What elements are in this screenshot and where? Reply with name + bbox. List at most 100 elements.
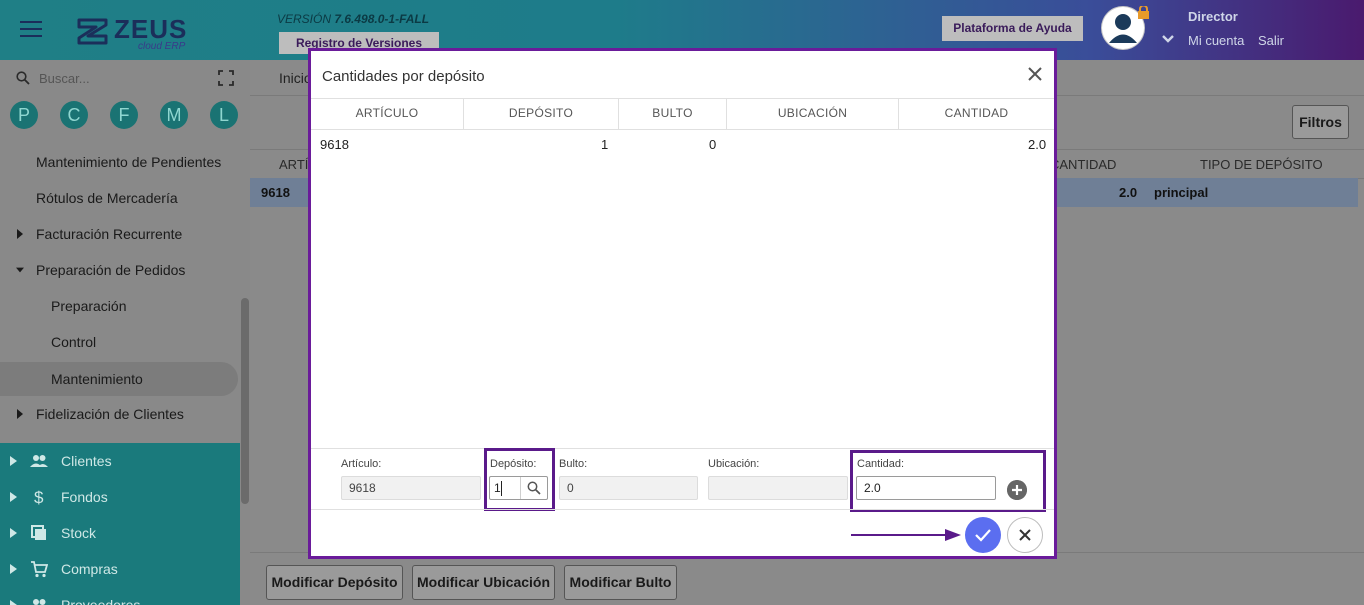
logo-subtitle: cloud ERP	[138, 41, 186, 52]
divider	[311, 129, 1054, 130]
module-suppliers[interactable]: Proveedores	[0, 587, 240, 605]
column-header-article[interactable]: ARTÍCULO	[311, 98, 463, 129]
deposit-field-label: Depósito:	[490, 458, 537, 470]
shortcut-c[interactable]: C	[60, 101, 88, 129]
chevron-down-icon[interactable]	[1161, 34, 1175, 44]
sidebar-item-label: Mantenimiento	[51, 371, 143, 387]
dollar-icon: $	[34, 488, 44, 506]
divider	[311, 509, 1054, 510]
article-field-label: Artículo:	[341, 458, 382, 470]
deposit-quantities-dialog: Cantidades por depósito ARTÍCULO DEPÓSIT…	[308, 48, 1057, 559]
shortcut-circles: P C F M L	[10, 101, 240, 131]
caret-right-icon	[10, 564, 17, 574]
caret-right-icon	[10, 456, 17, 466]
sidebar-item-control[interactable]: Control	[0, 325, 238, 359]
arrow-right-icon	[851, 529, 961, 541]
sidebar-item-preparation[interactable]: Preparación	[0, 289, 238, 323]
version-prefix: VERSIÓN	[277, 12, 332, 26]
module-purchases[interactable]: Compras	[0, 551, 240, 587]
cell-deposit: 1	[601, 137, 609, 152]
modify-location-button[interactable]: Modificar Ubicación	[412, 565, 555, 600]
module-stock[interactable]: Stock	[0, 515, 240, 551]
caret-right-icon	[17, 409, 23, 419]
sidebar-item-labels[interactable]: Rótulos de Mercadería	[0, 181, 238, 215]
text-cursor	[501, 481, 502, 496]
column-header[interactable]: CANTIDAD	[1050, 157, 1116, 172]
shortcut-p[interactable]: P	[10, 101, 38, 129]
sidebar-item-recurring-billing[interactable]: Facturación Recurrente	[0, 217, 238, 251]
sidebar-item-label: Mantenimiento de Pendientes	[36, 154, 222, 170]
version-label: VERSIÓN 7.6.498.0-1-FALL	[277, 12, 429, 26]
deposit-field[interactable]: 1	[489, 476, 548, 500]
add-circle-icon[interactable]	[1007, 480, 1027, 500]
module-label: Compras	[61, 561, 118, 577]
deposit-field-value: 1	[494, 481, 501, 495]
location-field-label: Ubicación:	[708, 458, 760, 470]
column-header-package[interactable]: BULTO	[619, 98, 726, 129]
cell-package: 0	[709, 137, 717, 152]
column-header-location[interactable]: UBICACIÓN	[727, 98, 898, 129]
column-header[interactable]: ARTÍ	[279, 157, 308, 172]
sidebar-search[interactable]: Buscar...	[14, 69, 234, 89]
column-header-quantity[interactable]: CANTIDAD	[899, 98, 1054, 129]
caret-right-icon	[17, 229, 23, 239]
shortcut-f[interactable]: F	[110, 101, 138, 129]
cancel-button[interactable]	[1007, 517, 1043, 553]
module-list: Clientes $ Fondos Stock Compras Proveedo…	[0, 443, 240, 605]
user-role: Director	[1188, 9, 1238, 24]
package-field-label: Bulto:	[559, 458, 588, 470]
package-field[interactable]: 0	[559, 476, 698, 500]
cell-article: 9618	[320, 137, 349, 152]
cell-deposit-type: principal	[1154, 185, 1209, 200]
article-field[interactable]: 9618	[341, 476, 481, 500]
my-account-link[interactable]: Mi cuenta	[1188, 33, 1244, 48]
sidebar-item-order-preparation[interactable]: Preparación de Pedidos	[0, 253, 238, 287]
module-label: Stock	[61, 525, 97, 541]
cart-icon	[31, 561, 48, 578]
hamburger-menu-icon[interactable]	[20, 21, 42, 39]
sidebar-scrollbar[interactable]	[241, 298, 249, 504]
module-label: Clientes	[61, 453, 112, 469]
sidebar-item-label: Preparación de Pedidos	[36, 262, 186, 278]
tab-home[interactable]: Inicio	[279, 70, 312, 86]
svg-text:$: $	[34, 488, 44, 506]
close-icon[interactable]	[1026, 65, 1044, 83]
filters-button[interactable]: Filtros	[1292, 105, 1349, 139]
shortcut-l[interactable]: L	[210, 101, 238, 129]
quantity-field[interactable]: 2.0	[856, 476, 996, 500]
confirm-button[interactable]	[965, 517, 1001, 553]
fullscreen-icon[interactable]	[218, 70, 234, 86]
help-platform-button[interactable]: Plataforma de Ayuda	[942, 16, 1083, 41]
close-icon	[1019, 529, 1031, 541]
stack-icon	[31, 525, 46, 540]
modify-package-button[interactable]: Modificar Bulto	[564, 565, 677, 600]
sidebar-item-customer-loyalty[interactable]: Fidelización de Clientes	[0, 397, 238, 431]
search-icon	[16, 71, 30, 85]
search-icon[interactable]	[527, 481, 541, 495]
sidebar-item-pending-maintenance[interactable]: Mantenimiento de Pendientes	[0, 145, 238, 179]
shortcut-m[interactable]: M	[160, 101, 188, 129]
people-icon	[30, 455, 48, 467]
quantity-field-label: Cantidad:	[857, 458, 905, 470]
module-funds[interactable]: $ Fondos	[0, 479, 240, 515]
sidebar: Buscar... P C F M L Mantenimiento de Pen…	[0, 60, 250, 605]
lock-icon	[1138, 6, 1149, 19]
people-icon	[33, 599, 46, 605]
location-field[interactable]	[708, 476, 848, 500]
sidebar-item-label: Fidelización de Clientes	[36, 406, 184, 422]
column-header[interactable]: TIPO DE DEPÓSITO	[1200, 157, 1323, 172]
column-header-deposit[interactable]: DEPÓSITO	[464, 98, 618, 129]
app-logo[interactable]: ZEUS cloud ERP	[76, 14, 196, 52]
search-placeholder: Buscar...	[39, 71, 90, 86]
field-separator	[520, 477, 521, 499]
check-icon	[975, 529, 991, 542]
cell-quantity: 2.0	[1028, 137, 1047, 152]
logout-link[interactable]: Salir	[1258, 33, 1284, 48]
caret-right-icon	[10, 528, 17, 538]
module-label: Fondos	[61, 489, 108, 505]
modify-deposit-button[interactable]: Modificar Depósito	[266, 565, 403, 600]
sidebar-item-label: Rótulos de Mercadería	[36, 190, 178, 206]
module-label: Proveedores	[61, 597, 141, 605]
module-clients[interactable]: Clientes	[0, 443, 240, 479]
sidebar-item-maintenance[interactable]: Mantenimiento	[0, 362, 238, 396]
